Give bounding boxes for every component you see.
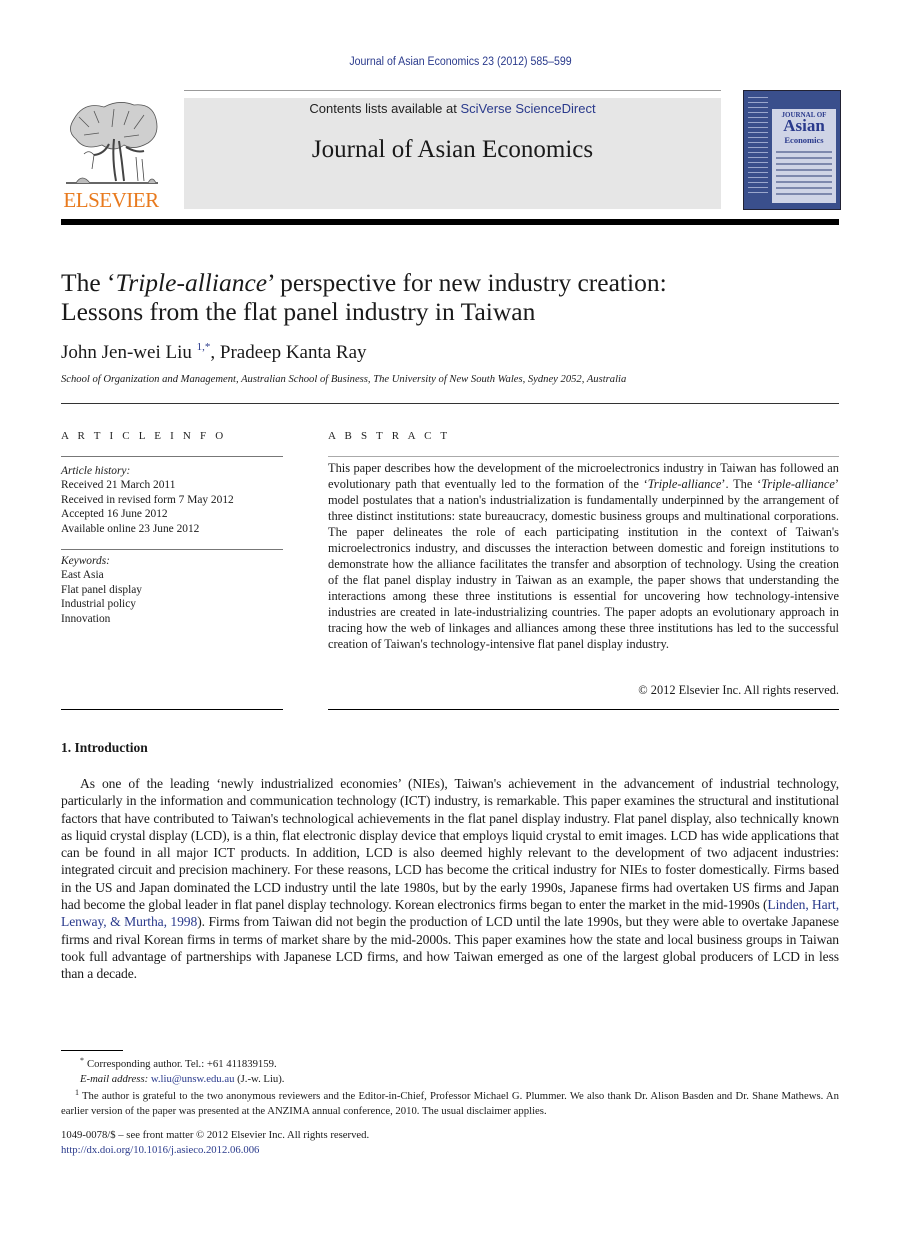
keywords: Keywords: East Asia Flat panel display I… <box>61 554 286 626</box>
title-line2: Lessons from the flat panel industry in … <box>61 297 536 326</box>
abstract-text-segment: ’. The ‘ <box>721 477 762 491</box>
keyword-item: East Asia <box>61 569 104 582</box>
section-heading-introduction: 1. Introduction <box>61 740 148 755</box>
footnote-1: 1 The author is grateful to the two anony… <box>61 1086 839 1118</box>
header-rule <box>184 90 721 91</box>
divider <box>61 709 283 710</box>
divider <box>61 456 283 457</box>
cover-sidebar <box>748 97 768 197</box>
keyword-item: Innovation <box>61 612 111 625</box>
email-suffix: (J.-w. Liu). <box>234 1072 285 1085</box>
footnotes: * Corresponding author. Tel.: +61 4118391… <box>61 1054 839 1118</box>
author-name: Pradeep Kanta Ray <box>219 342 367 363</box>
paragraph-text: As one of the leading ‘newly industriali… <box>61 776 839 913</box>
divider <box>328 456 839 457</box>
footnote-mark: * <box>80 1056 84 1065</box>
title-italic: Triple-alliance <box>115 268 268 297</box>
keyword-item: Industrial policy <box>61 598 136 611</box>
introduction-paragraph: As one of the leading ‘newly industriali… <box>61 775 839 983</box>
footnote-corresponding: * Corresponding author. Tel.: +61 4118391… <box>61 1054 839 1072</box>
contents-prefix: Contents lists available at <box>309 101 461 116</box>
abstract-body: This paper describes how the development… <box>328 460 839 652</box>
email-link[interactable]: w.liu@unsw.edu.au <box>151 1073 235 1085</box>
abstract-copyright: © 2012 Elsevier Inc. All rights reserved… <box>638 683 839 697</box>
divider <box>328 709 839 710</box>
author-name: John Jen-wei Liu <box>61 342 192 363</box>
abstract-italic-term: Triple-alliance <box>647 477 722 491</box>
history-item: Available online 23 June 2012 <box>61 522 200 535</box>
author-list: John Jen-wei Liu 1,*, Pradeep Kanta Ray <box>61 341 367 364</box>
title-prefix: The ‘ <box>61 268 116 297</box>
article-title: The ‘Triple-alliance’ perspective for ne… <box>61 268 841 326</box>
author-separator: , <box>210 342 220 363</box>
issn-line: 1049-0078/$ – see front matter © 2012 El… <box>61 1129 370 1141</box>
cover-panel: JOURNAL OF Asian Economics <box>772 109 836 203</box>
elsevier-logo[interactable]: ELSEVIER <box>60 97 162 212</box>
elsevier-wordmark: ELSEVIER <box>63 188 159 212</box>
elsevier-tree-icon <box>66 102 158 184</box>
journal-name[interactable]: Journal of Asian Economics <box>184 136 721 164</box>
author-footnote-marks[interactable]: 1,* <box>197 341 211 353</box>
journal-reference-link[interactable]: Journal of Asian Economics 23 (2012) 585… <box>37 56 884 68</box>
footnote-rule <box>61 1050 123 1051</box>
abstract-italic-term: Triple-alliance <box>761 477 835 491</box>
cover-title-line2: Asian <box>783 116 825 135</box>
front-matter: 1049-0078/$ – see front matter © 2012 El… <box>61 1128 369 1157</box>
history-item: Received in revised form 7 May 2012 <box>61 493 234 506</box>
title-line1-suffix: ’ perspective for new industry creation: <box>267 268 667 297</box>
journal-banner: Contents lists available at SciVerse Sci… <box>184 98 721 209</box>
footnote-email: E-mail address: w.liu@unsw.edu.au (J.-w.… <box>61 1072 839 1087</box>
cover-title-line3: Economics <box>784 135 824 145</box>
section-divider <box>61 403 839 404</box>
footnote-text: The author is grateful to the two anonym… <box>61 1090 839 1117</box>
history-item: Accepted 16 June 2012 <box>61 508 168 521</box>
affiliation: School of Organization and Management, A… <box>61 374 627 385</box>
contents-line: Contents lists available at SciVerse Sci… <box>184 101 721 116</box>
abstract-heading: A B S T R A C T <box>328 430 451 442</box>
article-history-heading: Article history: <box>61 465 131 477</box>
doi-link[interactable]: http://dx.doi.org/10.1016/j.asieco.2012.… <box>61 1144 259 1156</box>
divider <box>61 549 283 550</box>
keyword-item: Flat panel display <box>61 583 142 596</box>
keywords-heading: Keywords: <box>61 555 110 567</box>
journal-cover-thumbnail[interactable]: JOURNAL OF Asian Economics <box>743 90 841 210</box>
article-info-heading: A R T I C L E I N F O <box>61 430 227 442</box>
history-item: Received 21 March 2011 <box>61 479 176 492</box>
footnote-text: Corresponding author. Tel.: +61 41183915… <box>87 1058 277 1070</box>
article-history: Article history: Received 21 March 2011 … <box>61 464 286 536</box>
email-label: E-mail address: <box>80 1072 149 1085</box>
footnote-mark: 1 <box>75 1088 79 1097</box>
sciencedirect-link[interactable]: SciVerse ScienceDirect <box>460 101 595 116</box>
abstract-text-segment: ’ model postulates that a nation's indus… <box>328 477 840 651</box>
cover-contents-lines <box>776 151 832 199</box>
header-thick-rule <box>61 219 839 225</box>
